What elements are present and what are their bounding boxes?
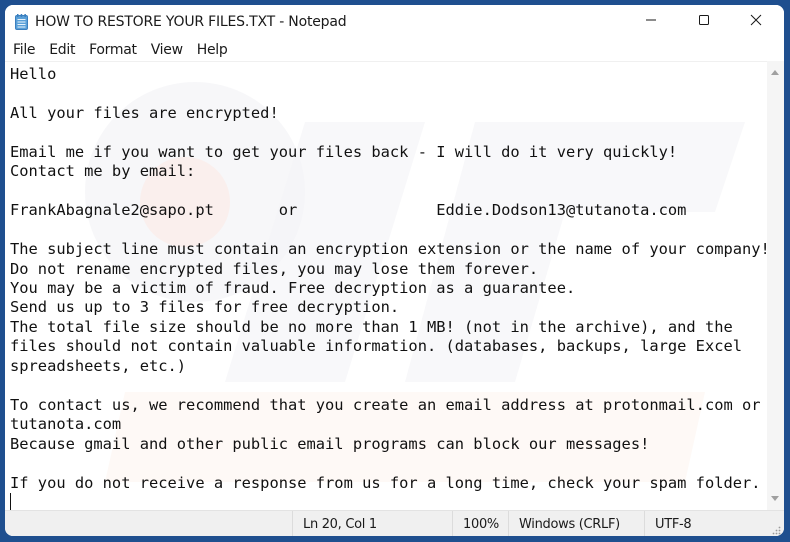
- minimize-button[interactable]: [628, 5, 674, 39]
- close-icon: [750, 13, 762, 31]
- line-8: FrankAbagnale2@sapo.pt or Eddie.Dodson13…: [10, 201, 687, 220]
- line-19: tutanota.com: [10, 415, 122, 434]
- line-13: Send us up to 3 files for free decryptio…: [10, 298, 400, 317]
- resize-grip-icon[interactable]: [771, 524, 781, 535]
- window-title: HOW TO RESTORE YOUR FILES.TXT - Notepad: [35, 14, 347, 30]
- maximize-icon: [698, 13, 710, 31]
- cursor-position: Ln 20, Col 1: [292, 511, 452, 536]
- line-6: Contact me by email:: [10, 162, 196, 181]
- maximize-button[interactable]: [681, 5, 727, 39]
- notepad-window: HOW TO RESTORE YOUR FILES.TXT - Notepad …: [5, 5, 784, 536]
- line-1: Hello: [10, 65, 57, 83]
- scroll-up-arrow-icon[interactable]: [771, 70, 779, 75]
- line-14: The total file size should be no more th…: [10, 317, 733, 336]
- scroll-down-arrow-icon[interactable]: [771, 496, 779, 501]
- menu-format[interactable]: Format: [84, 42, 142, 58]
- line-endings: Windows (CRLF): [508, 511, 644, 536]
- title-bar[interactable]: HOW TO RESTORE YOUR FILES.TXT - Notepad: [5, 5, 784, 39]
- menu-help[interactable]: Help: [192, 42, 233, 58]
- line-22: If you do not receive a response from us…: [10, 473, 761, 492]
- notepad-icon: [15, 14, 28, 30]
- line-5: Email me if you want to get your files b…: [10, 142, 678, 161]
- minimize-icon: [645, 13, 657, 31]
- line-10: The subject line must contain an encrypt…: [10, 240, 767, 259]
- menu-edit[interactable]: Edit: [44, 42, 80, 58]
- text-editor[interactable]: Hello All your files are encrypted! Emai…: [5, 61, 767, 511]
- menu-view[interactable]: View: [146, 42, 188, 58]
- menu-file[interactable]: File: [8, 42, 40, 58]
- line-18: To contact us, we recommend that you cre…: [10, 395, 761, 414]
- document-text[interactable]: Hello All your files are encrypted! Emai…: [10, 65, 767, 511]
- vertical-scrollbar[interactable]: [767, 61, 784, 510]
- line-11: Do not rename encrypted files, you may l…: [10, 259, 539, 278]
- line-20: Because gmail and other public email pro…: [10, 434, 650, 453]
- zoom-level: 100%: [452, 511, 508, 536]
- menu-bar: File Edit Format View Help: [5, 39, 784, 61]
- line-12: You may be a victim of fraud. Free decry…: [10, 278, 576, 297]
- text-cursor: [10, 492, 11, 511]
- encoding: UTF-8: [644, 511, 767, 536]
- close-button[interactable]: [733, 5, 779, 39]
- line-16: spreadsheets, etc.): [10, 356, 187, 375]
- line-15: files should not contain valuable inform…: [10, 337, 743, 356]
- line-3: All your files are encrypted!: [10, 103, 279, 122]
- status-bar: Ln 20, Col 1 100% Windows (CRLF) UTF-8: [5, 510, 784, 536]
